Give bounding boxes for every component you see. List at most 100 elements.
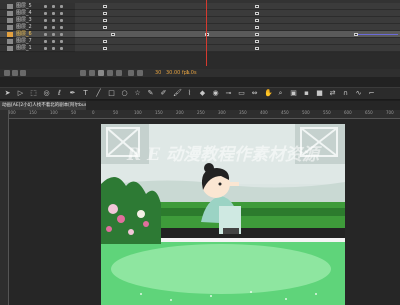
layer-frames[interactable] <box>75 31 400 38</box>
first-frame-icon[interactable] <box>80 70 86 76</box>
ink-bottle-icon[interactable]: ◉ <box>212 90 219 97</box>
hand-icon[interactable]: ✋ <box>264 90 273 97</box>
layer-header[interactable]: 图层_6 <box>0 31 75 38</box>
lock-toggle-icon[interactable] <box>52 19 55 22</box>
visibility-toggle-icon[interactable] <box>44 12 47 15</box>
keyframe[interactable] <box>255 40 259 43</box>
stroke-color-icon[interactable]: ▪ <box>303 90 310 97</box>
keyframe[interactable] <box>255 26 259 29</box>
lock-toggle-icon[interactable] <box>52 5 55 8</box>
polystar-icon[interactable]: ☆ <box>134 90 141 97</box>
snap-icon[interactable]: ∩ <box>342 90 349 97</box>
oval-icon[interactable]: ○ <box>121 90 128 97</box>
text-icon[interactable]: T <box>82 90 89 97</box>
outline-toggle-icon[interactable] <box>60 40 63 43</box>
paint-bucket-icon[interactable]: ◆ <box>199 90 206 97</box>
layer-row[interactable]: 图层_7 <box>0 38 400 45</box>
straighten-icon[interactable]: ⌐ <box>368 90 375 97</box>
layer-header[interactable]: 图层_4 <box>0 10 75 17</box>
keyframe[interactable] <box>103 12 107 15</box>
bone-icon[interactable]: ⌇ <box>186 90 193 97</box>
keyframe[interactable] <box>103 5 107 8</box>
layer-row[interactable]: 图层_2 <box>0 24 400 31</box>
eraser-icon[interactable]: ▭ <box>238 90 245 97</box>
playhead[interactable] <box>206 0 207 66</box>
layer-row[interactable]: 图层_6 <box>0 31 400 38</box>
lock-toggle-icon[interactable] <box>52 40 55 43</box>
line-icon[interactable]: ╱ <box>95 90 102 97</box>
layer-frames[interactable] <box>75 3 400 10</box>
delete-layer-icon[interactable] <box>20 70 26 76</box>
outline-toggle-icon[interactable] <box>60 12 63 15</box>
layer-header[interactable]: 图层_7 <box>0 38 75 45</box>
visibility-toggle-icon[interactable] <box>44 26 47 29</box>
keyframe[interactable] <box>255 19 259 22</box>
lock-toggle-icon[interactable] <box>52 12 55 15</box>
new-layer-icon[interactable] <box>4 70 10 76</box>
swap-colors-icon[interactable]: ⇄ <box>329 90 336 97</box>
keyframe[interactable] <box>255 47 259 50</box>
current-frame[interactable]: 30 <box>155 69 161 77</box>
width-icon[interactable]: ⇔ <box>251 90 258 97</box>
layer-header[interactable]: 图层_3 <box>0 17 75 24</box>
lock-toggle-icon[interactable] <box>52 26 55 29</box>
layer-header[interactable]: 图层_1 <box>0 45 75 52</box>
keyframe[interactable] <box>103 19 107 22</box>
onion-skin-icon[interactable] <box>137 70 143 76</box>
layer-frames[interactable] <box>75 17 400 24</box>
prev-frame-icon[interactable] <box>89 70 95 76</box>
layer-header[interactable]: 图层_5 <box>0 3 75 10</box>
visibility-toggle-icon[interactable] <box>44 40 47 43</box>
layer-frames[interactable] <box>75 24 400 31</box>
new-folder-icon[interactable] <box>12 70 18 76</box>
elapsed-time[interactable]: 1.0s <box>186 69 197 77</box>
play-icon[interactable] <box>98 70 104 76</box>
document-tab[interactable]: 动画[AE]2小幻人找不着北的剧本[阿尔bum]的视频 <box>0 101 104 110</box>
visibility-toggle-icon[interactable] <box>44 47 47 50</box>
layer-row[interactable]: 图层_4 <box>0 10 400 17</box>
last-frame-icon[interactable] <box>116 70 122 76</box>
outline-toggle-icon[interactable] <box>60 5 63 8</box>
layer-row[interactable]: 图层_5 <box>0 3 400 10</box>
free-transform-icon[interactable]: ⬚ <box>30 90 37 97</box>
fill-color-icon[interactable]: ■ <box>316 90 323 97</box>
subselection-icon[interactable]: ▷ <box>17 90 24 97</box>
next-frame-icon[interactable] <box>107 70 113 76</box>
paint-brush-icon[interactable]: 🖌 <box>173 90 182 97</box>
outline-toggle-icon[interactable] <box>60 19 63 22</box>
outline-toggle-icon[interactable] <box>60 33 63 36</box>
keyframe[interactable] <box>255 12 259 15</box>
pencil-icon[interactable]: ✎ <box>147 90 154 97</box>
smooth-icon[interactable]: ∿ <box>355 90 362 97</box>
lock-toggle-icon[interactable] <box>52 47 55 50</box>
visibility-toggle-icon[interactable] <box>44 19 47 22</box>
layer-frames[interactable] <box>75 45 400 52</box>
layer-frames[interactable] <box>75 38 400 45</box>
keyframe[interactable] <box>103 47 107 50</box>
layer-row[interactable]: 图层_1 <box>0 45 400 52</box>
keyframe[interactable] <box>103 26 107 29</box>
outline-toggle-icon[interactable] <box>60 26 63 29</box>
keyframe[interactable] <box>255 5 259 8</box>
camera-icon[interactable]: ▣ <box>290 90 297 97</box>
3d-rotation-icon[interactable]: ◎ <box>43 90 50 97</box>
outline-toggle-icon[interactable] <box>60 47 63 50</box>
visibility-toggle-icon[interactable] <box>44 33 47 36</box>
layer-frames[interactable] <box>75 10 400 17</box>
loop-icon[interactable] <box>128 70 134 76</box>
lasso-icon[interactable]: ℓ <box>56 90 63 97</box>
keyframe[interactable] <box>255 33 259 36</box>
brush-icon[interactable]: ✐ <box>160 90 167 97</box>
keyframe[interactable] <box>111 33 115 36</box>
selection-icon[interactable]: ➤ <box>4 90 11 97</box>
zoom-icon[interactable]: ⌕ <box>277 90 284 97</box>
eyedropper-icon[interactable]: ⊸ <box>225 90 232 97</box>
pen-icon[interactable]: ✒ <box>69 90 76 97</box>
rectangle-icon[interactable]: □ <box>108 90 115 97</box>
layer-row[interactable]: 图层_3 <box>0 17 400 24</box>
visibility-toggle-icon[interactable] <box>44 5 47 8</box>
layer-header[interactable]: 图层_2 <box>0 24 75 31</box>
stage[interactable]: R E 动漫教程作素材资源 <box>101 124 345 305</box>
keyframe[interactable] <box>103 40 107 43</box>
lock-toggle-icon[interactable] <box>52 33 55 36</box>
